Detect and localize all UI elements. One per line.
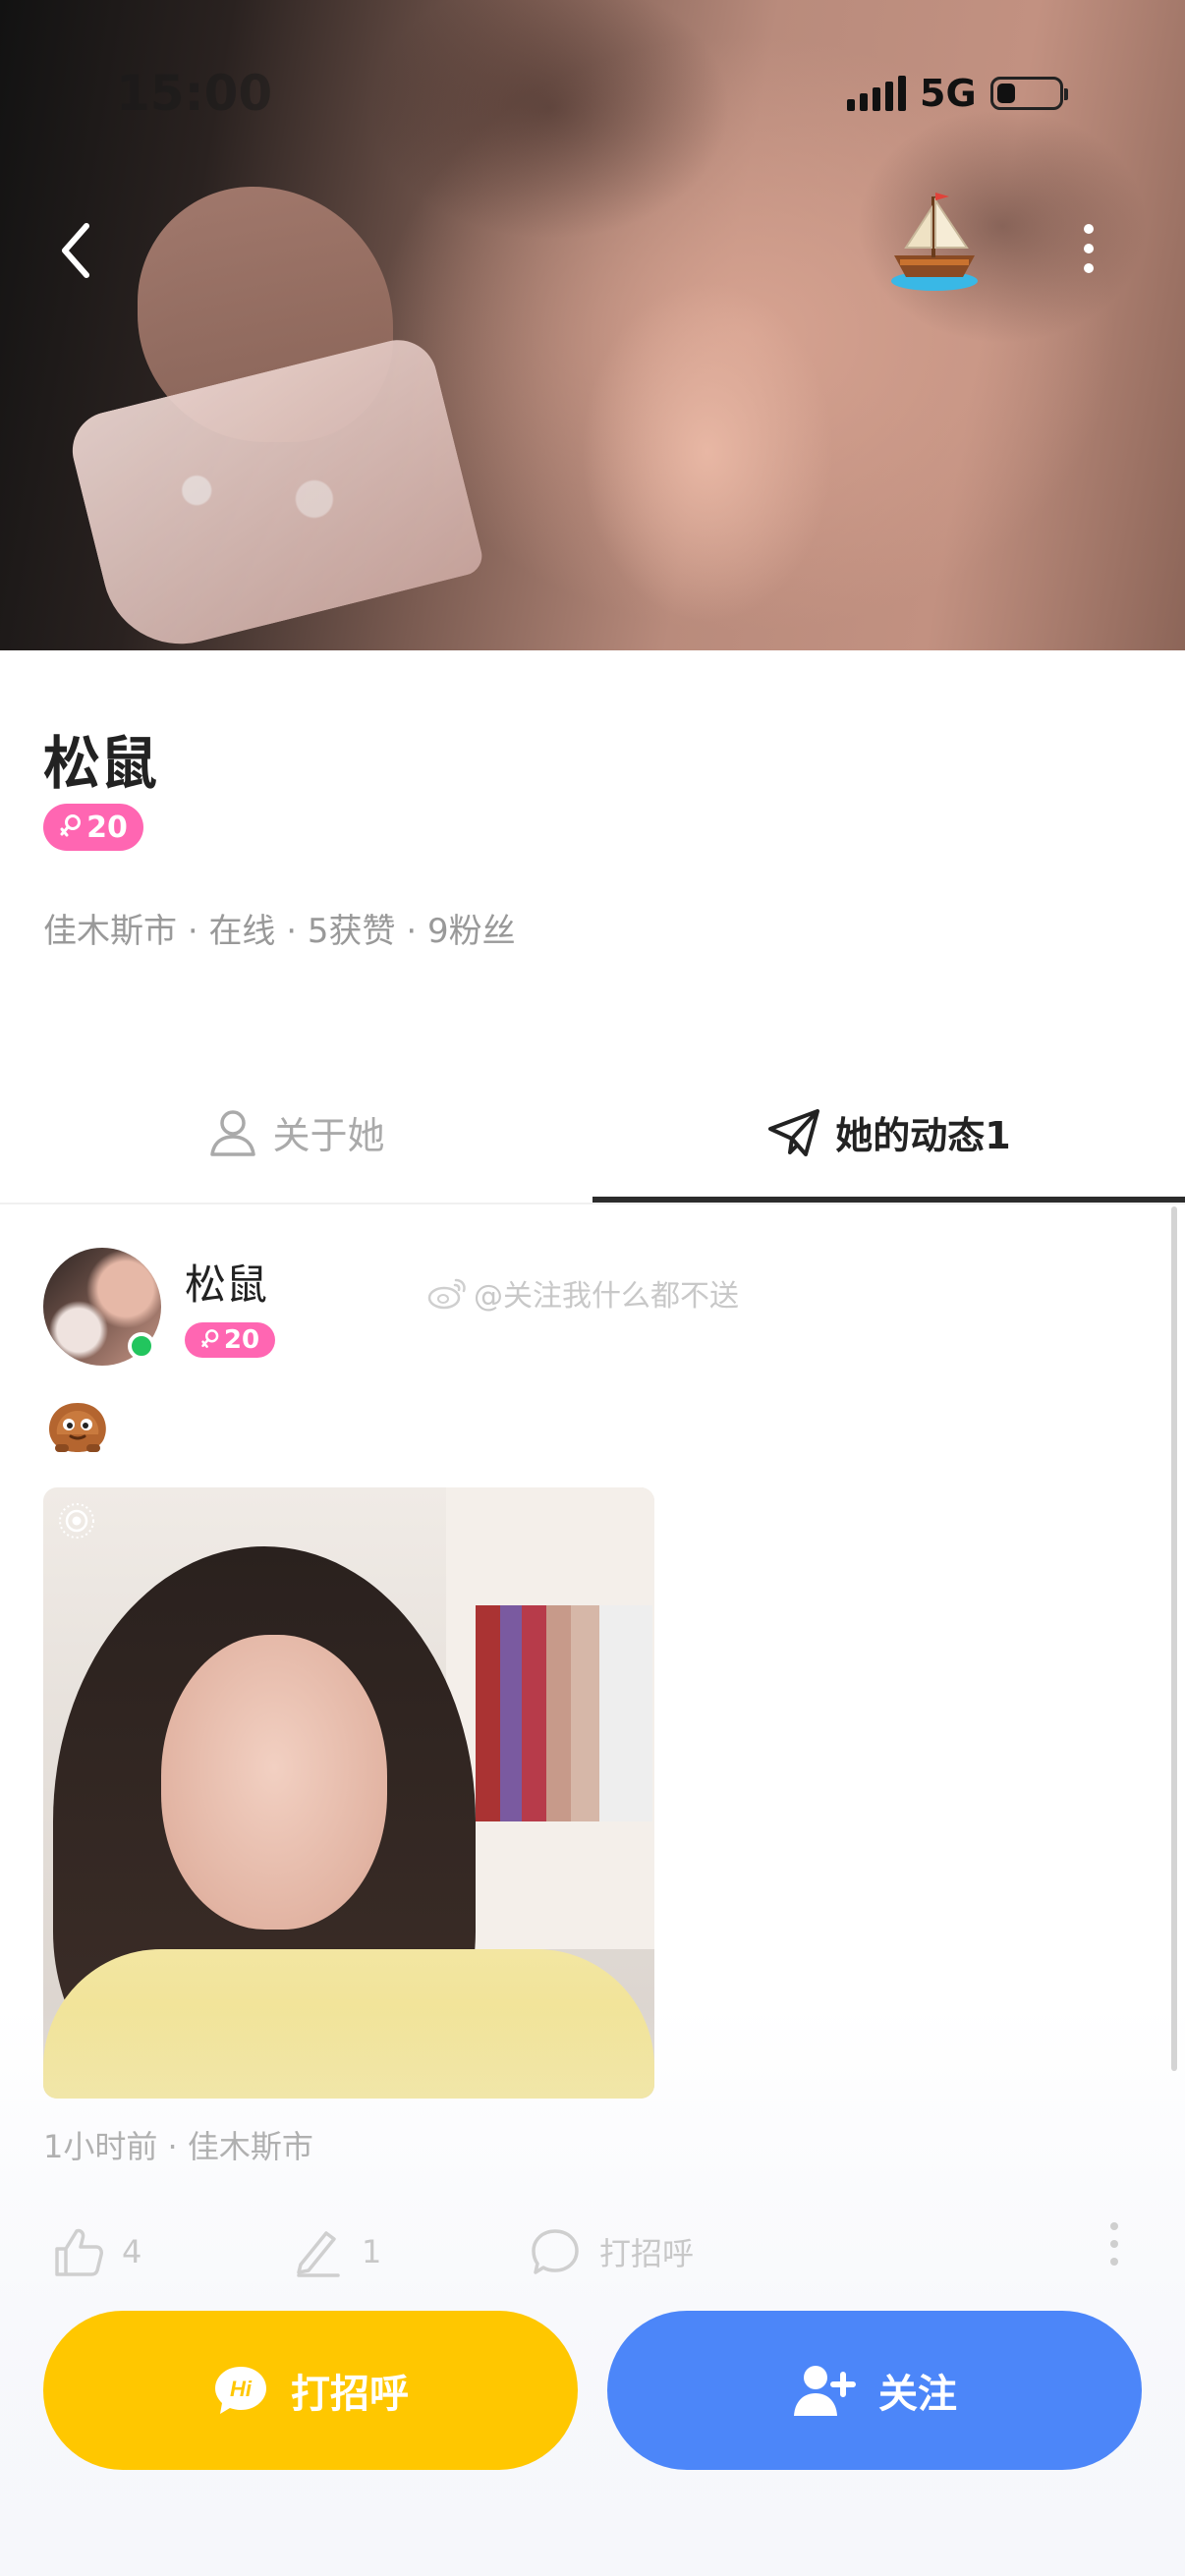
signal-icon (847, 76, 906, 111)
post-greet-label: 打招呼 (599, 2235, 695, 2272)
user-icon (210, 1109, 256, 1156)
photo-clothes (476, 1605, 652, 1821)
meta-separator: · (286, 912, 308, 951)
post-meta: 1小时前 · 佳木斯市 (43, 2122, 313, 2167)
profile-meta: 佳木斯市 · 在线 · 5获赞 · 9粉丝 (43, 904, 516, 952)
photo-face (161, 1635, 387, 1930)
age-badge: 20 (43, 804, 143, 851)
sticker-icon (49, 1403, 106, 1452)
profile-location: 佳木斯市 (43, 912, 177, 951)
like-count: 4 (122, 2233, 142, 2270)
weibo-icon (427, 1278, 466, 1310)
age-value: 20 (86, 810, 128, 845)
post-age-value: 20 (223, 1325, 260, 1355)
post-time: 1小时前 (43, 2128, 158, 2165)
status-time: 15:00 (116, 65, 273, 122)
follow-button[interactable]: 关注 (607, 2311, 1142, 2470)
female-icon (60, 814, 82, 837)
profile-name: 松鼠 (43, 730, 158, 797)
watermark: @关注我什么都不送 (426, 1271, 739, 1315)
profile-online-status: 在线 (208, 912, 276, 951)
cover-sleeve-shape (64, 331, 486, 650)
online-indicator (128, 1332, 155, 1360)
add-user-icon (794, 2366, 856, 2416)
post-location: 佳木斯市 (187, 2128, 313, 2165)
back-button[interactable] (47, 206, 106, 295)
battery-icon (989, 77, 1068, 110)
status-indicators: 5G (847, 69, 1068, 118)
post-more-button[interactable] (1110, 2222, 1118, 2281)
bottom-fade-overlay (0, 2004, 1185, 2576)
live-photo-icon[interactable] (57, 1501, 96, 1540)
network-label: 5G (920, 72, 977, 115)
tab-posts-label: 她的动态 (835, 1114, 986, 1157)
like-button[interactable]: 4 (51, 2222, 141, 2281)
greet-label: 打招呼 (291, 2372, 409, 2417)
tab-about-her[interactable]: 关于她 (0, 1066, 592, 1199)
more-icon (1110, 2222, 1118, 2230)
tab-divider (0, 1203, 1185, 1204)
post-age-badge: 20 (185, 1322, 275, 1358)
tab-her-posts[interactable]: 她的动态1 (592, 1066, 1185, 1199)
post-greet-button[interactable]: 打招呼 (529, 2222, 694, 2281)
send-icon (768, 1108, 820, 1156)
chat-bubble-icon (532, 2229, 579, 2274)
more-options-button[interactable] (1071, 214, 1106, 283)
profile-likes: 5获赞 (307, 912, 396, 951)
tab-posts-count: 1 (985, 1114, 1011, 1157)
more-icon (1084, 224, 1094, 234)
hi-icon: Hi (215, 2367, 266, 2414)
pen-icon (297, 2231, 340, 2277)
female-icon (201, 1329, 219, 1348)
scrollbar[interactable] (1171, 1206, 1177, 2071)
battery-fill (996, 84, 1015, 103)
thumbs-up-icon (55, 2228, 103, 2276)
comment-button[interactable]: 1 (291, 2222, 381, 2281)
profile-fans[interactable]: 9粉丝 (427, 912, 516, 951)
meta-separator: · (187, 912, 209, 951)
svg-text:Hi: Hi (230, 2377, 253, 2401)
greet-button[interactable]: Hi 打招呼 (43, 2311, 578, 2470)
follow-label: 关注 (878, 2372, 957, 2417)
watermark-text: @关注我什么都不送 (474, 1279, 739, 1314)
post-author-name[interactable]: 松鼠 (185, 1252, 267, 1312)
meta-separator: · (406, 912, 427, 951)
comment-count: 1 (362, 2233, 382, 2270)
boat-icon[interactable] (880, 187, 988, 295)
back-icon (62, 223, 89, 278)
tab-about-label: 关于她 (272, 1114, 385, 1157)
meta-separator: · (167, 2128, 188, 2165)
